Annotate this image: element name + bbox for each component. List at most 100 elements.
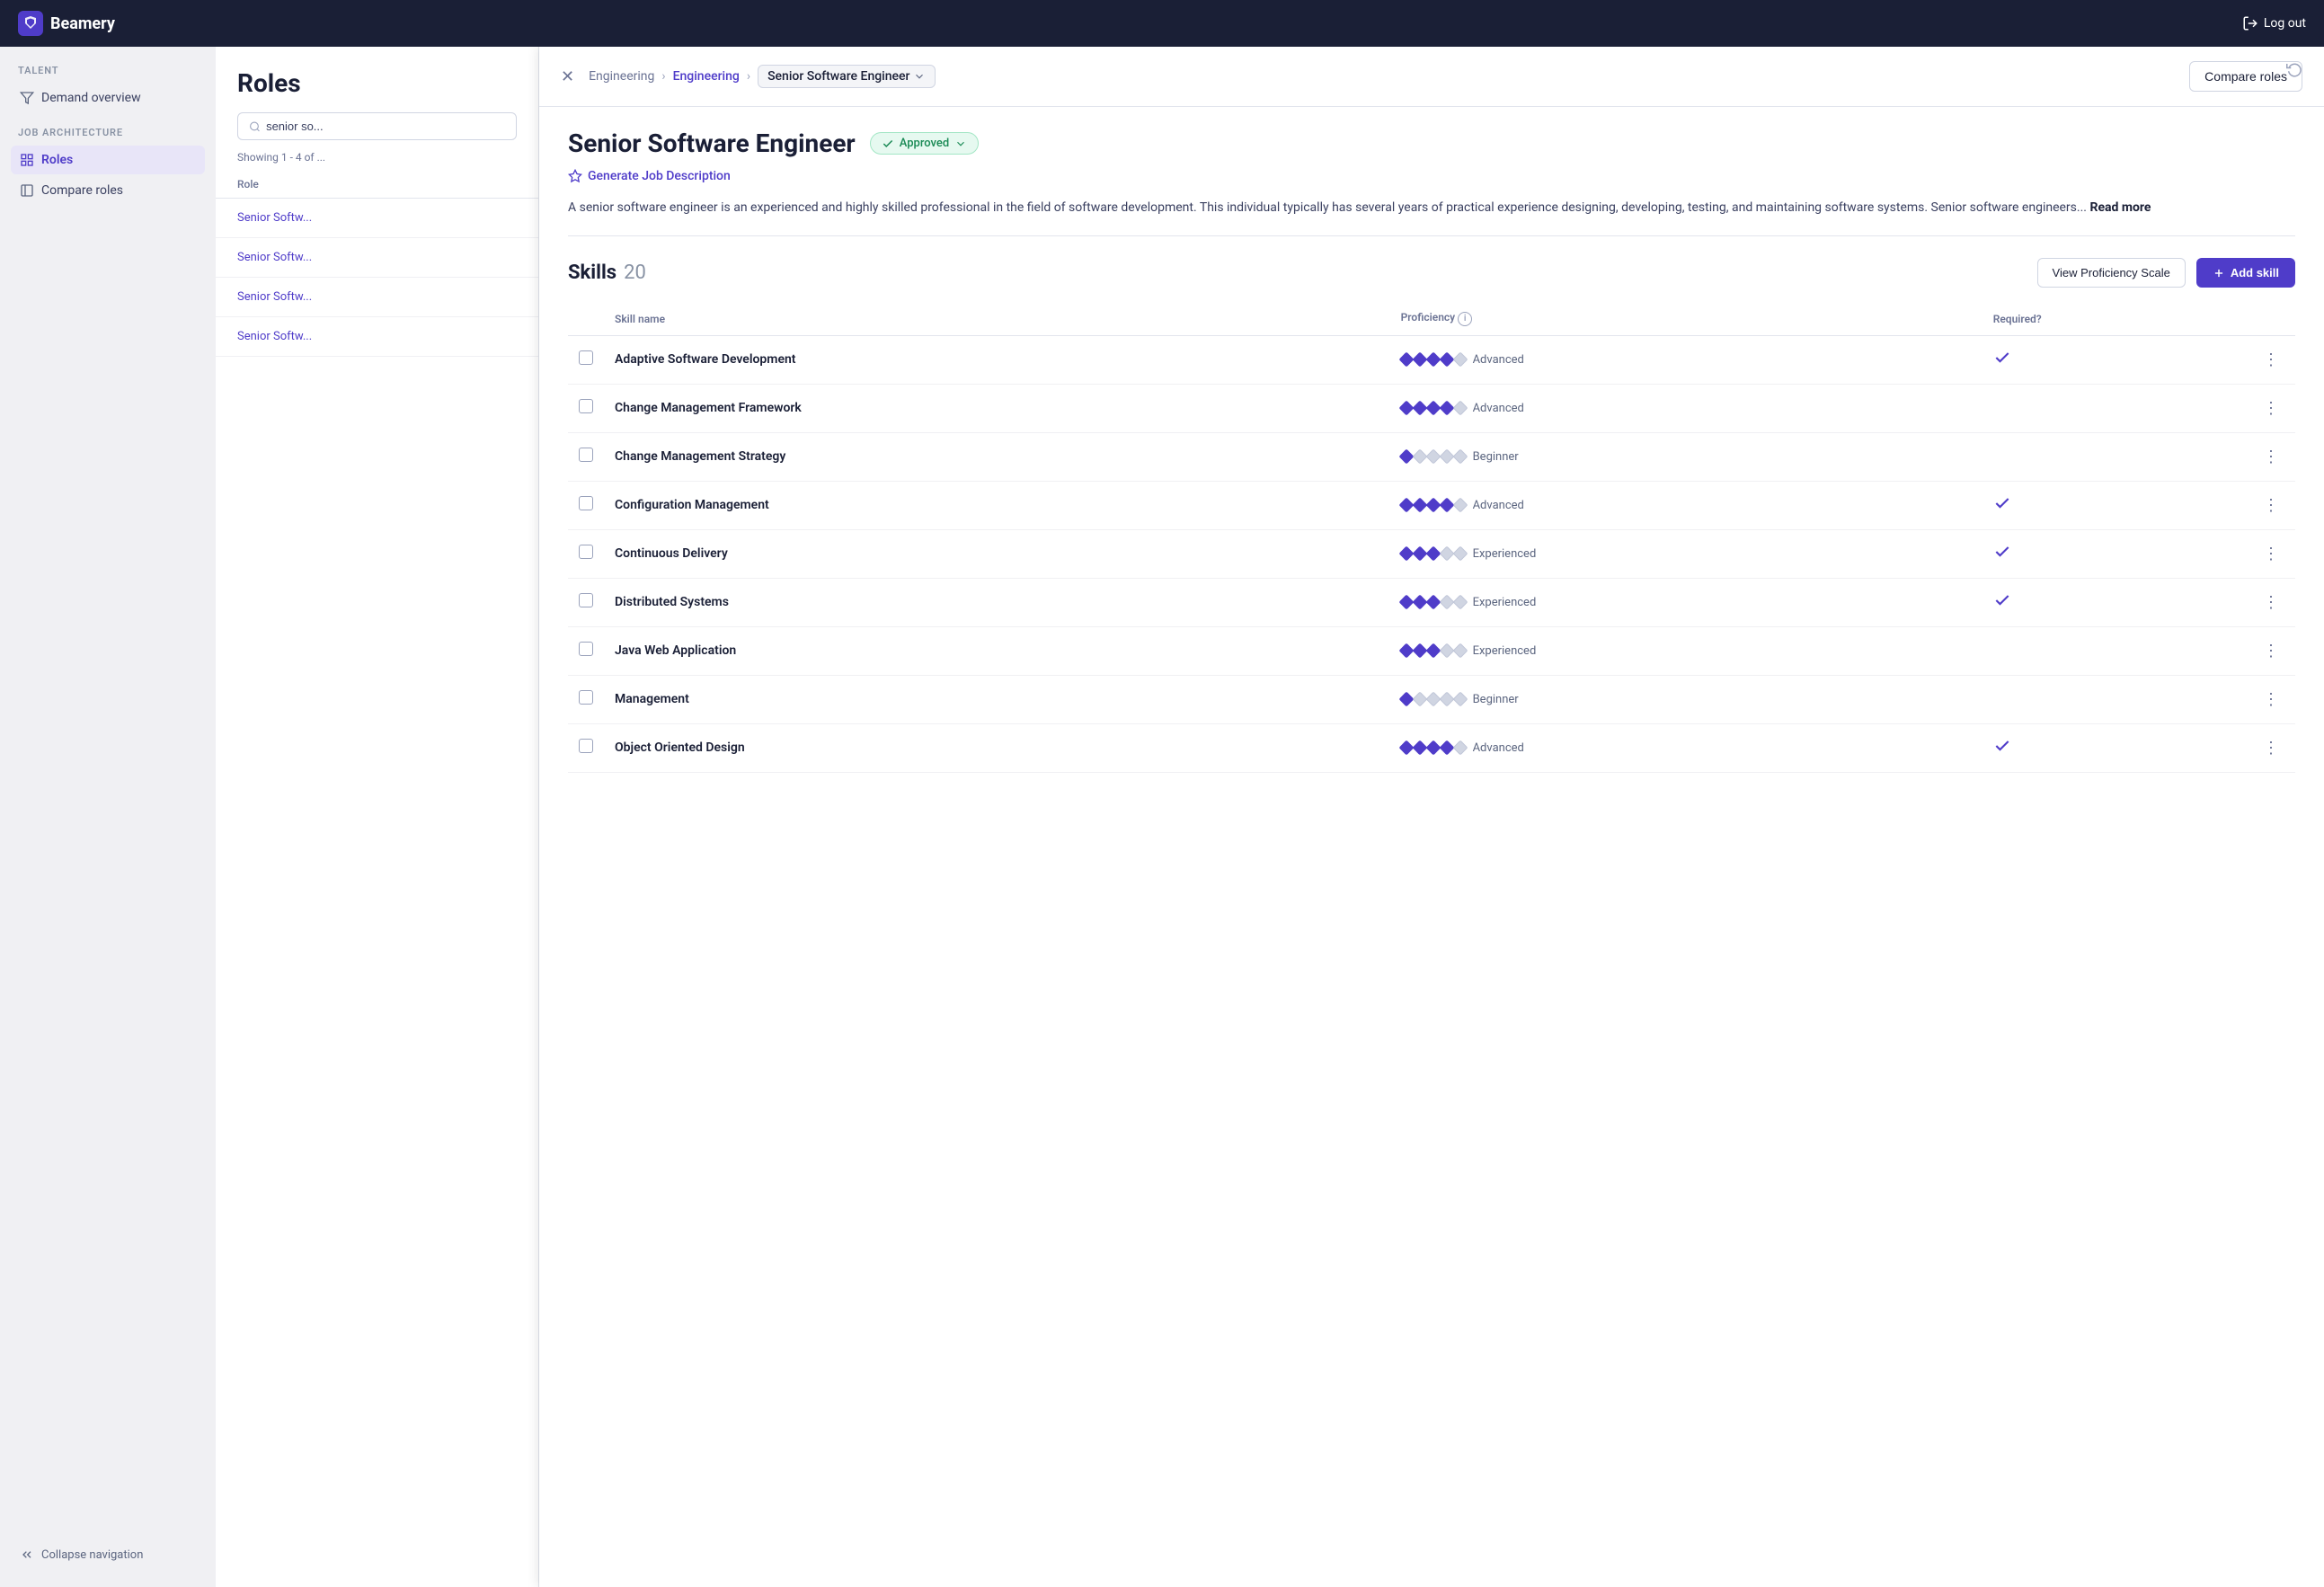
diamond-empty: [1452, 352, 1468, 368]
sidebar-item-roles[interactable]: Roles: [11, 146, 205, 174]
skill-checkbox[interactable]: [579, 399, 593, 413]
skill-checkbox[interactable]: [579, 496, 593, 510]
skill-name-cell: Change Management Framework: [604, 384, 1390, 432]
skill-name-cell: Change Management Strategy: [604, 432, 1390, 481]
more-cell: ⋮: [2247, 384, 2295, 432]
view-proficiency-scale-button[interactable]: View Proficiency Scale: [2037, 258, 2186, 288]
proficiency-info-icon[interactable]: i: [1458, 312, 1472, 326]
proficiency-cell: Beginner: [1390, 432, 1982, 481]
proficiency-diamonds: [1401, 354, 1466, 365]
more-cell: ⋮: [2247, 481, 2295, 529]
required-cell: [1982, 335, 2247, 384]
diamond-filled: [1412, 401, 1427, 416]
skill-more-button[interactable]: ⋮: [2257, 640, 2284, 662]
breadcrumb-current-label: Senior Software Engineer: [767, 69, 909, 84]
diamond-filled: [1412, 643, 1427, 659]
list-item[interactable]: Senior Softw...: [216, 317, 538, 357]
diamond-filled: [1398, 498, 1414, 513]
skill-checkbox[interactable]: [579, 739, 593, 753]
skill-more-button[interactable]: ⋮: [2257, 349, 2284, 371]
proficiency-diamonds: [1401, 548, 1466, 559]
breadcrumb-current[interactable]: Senior Software Engineer: [758, 65, 936, 88]
row-checkbox-cell: [568, 626, 604, 675]
skill-more-button[interactable]: ⋮: [2257, 737, 2284, 759]
skills-table: Skill name Proficiency i Required?: [568, 302, 2295, 773]
showing-text: Showing 1 - 4 of ...: [216, 151, 538, 171]
diamond-empty: [1452, 692, 1468, 707]
more-cell: ⋮: [2247, 626, 2295, 675]
required-checkmark: [1993, 740, 2011, 759]
proficiency-diamonds: [1401, 597, 1466, 607]
read-more-link[interactable]: Read more: [2089, 200, 2151, 215]
logout-button[interactable]: Log out: [2242, 15, 2306, 31]
skill-checkbox[interactable]: [579, 350, 593, 365]
skill-more-button[interactable]: ⋮: [2257, 591, 2284, 614]
collapse-navigation-button[interactable]: Collapse navigation: [11, 1540, 205, 1569]
search-box[interactable]: [237, 112, 517, 140]
close-button[interactable]: ✕: [561, 68, 574, 84]
list-item[interactable]: Senior Softw...: [216, 278, 538, 317]
breadcrumb-engineering-2[interactable]: Engineering: [673, 69, 740, 84]
diamond-filled: [1398, 692, 1414, 707]
diamond-filled: [1398, 352, 1414, 368]
sidebar-item-compare-roles[interactable]: Compare roles: [11, 176, 205, 205]
top-navigation: Beamery Log out: [0, 0, 2324, 47]
roles-label: Roles: [41, 153, 73, 167]
required-checkmark: [1993, 546, 2011, 565]
table-row: Distributed Systems Experienced ⋮: [568, 578, 2295, 626]
skill-name-cell: Adaptive Software Development: [604, 335, 1390, 384]
approved-badge[interactable]: Approved: [870, 132, 980, 155]
row-checkbox-cell: [568, 481, 604, 529]
skill-checkbox[interactable]: [579, 593, 593, 607]
table-row: ManagementBeginner⋮: [568, 675, 2295, 723]
search-input[interactable]: [266, 120, 505, 133]
proficiency-diamonds: [1401, 451, 1466, 462]
sidebar-item-demand-overview[interactable]: Demand overview: [11, 84, 205, 112]
proficiency-cell: Advanced: [1390, 481, 1982, 529]
add-skill-button[interactable]: Add skill: [2196, 258, 2295, 288]
skill-checkbox[interactable]: [579, 690, 593, 705]
skill-more-button[interactable]: ⋮: [2257, 494, 2284, 517]
skill-checkbox[interactable]: [579, 448, 593, 462]
skill-checkbox[interactable]: [579, 545, 593, 559]
generate-job-description-button[interactable]: Generate Job Description: [568, 169, 2295, 183]
row-checkbox-cell: [568, 529, 604, 578]
diamond-filled: [1425, 546, 1441, 562]
proficiency-label: Experienced: [1473, 644, 1537, 658]
select-all-header: [568, 302, 604, 335]
proficiency-label: Experienced: [1473, 596, 1537, 609]
diamond-empty: [1439, 449, 1454, 465]
required-cell: [1982, 675, 2247, 723]
job-architecture-section-label: JOB ARCHITECTURE: [11, 127, 205, 138]
proficiency-cell: Experienced: [1390, 626, 1982, 675]
role-title-row: Senior Software Engineer Approved: [568, 129, 2295, 158]
skills-actions: View Proficiency Scale Add skill: [2037, 258, 2295, 288]
proficiency-label: Advanced: [1473, 499, 1524, 512]
required-cell: [1982, 481, 2247, 529]
list-item[interactable]: Senior Softw...: [216, 199, 538, 238]
skill-more-button[interactable]: ⋮: [2257, 397, 2284, 420]
proficiency-cell: Experienced: [1390, 529, 1982, 578]
breadcrumb-engineering-1[interactable]: Engineering: [589, 69, 654, 84]
skill-more-button[interactable]: ⋮: [2257, 446, 2284, 468]
logout-icon: [2242, 15, 2258, 31]
skill-name: Java Web Application: [615, 643, 736, 658]
diamond-empty: [1439, 546, 1454, 562]
skill-name: Distributed Systems: [615, 595, 729, 609]
diamond-filled: [1425, 352, 1441, 368]
list-item[interactable]: Senior Softw...: [216, 238, 538, 278]
roles-icon: [20, 153, 34, 167]
required-cell: [1982, 384, 2247, 432]
skill-checkbox[interactable]: [579, 642, 593, 656]
proficiency-diamonds: [1401, 742, 1466, 753]
diamond-filled: [1439, 352, 1454, 368]
proficiency-label: Advanced: [1473, 402, 1524, 415]
required-checkmark: [1993, 595, 2011, 614]
more-cell: ⋮: [2247, 723, 2295, 772]
role-title: Senior Software Engineer: [568, 129, 856, 158]
diamond-filled: [1412, 740, 1427, 756]
skill-more-button[interactable]: ⋮: [2257, 543, 2284, 565]
content-area: Roles Showing 1 - 4 of ... Role Senior S…: [216, 47, 2324, 1587]
diamond-filled: [1398, 595, 1414, 610]
skill-more-button[interactable]: ⋮: [2257, 688, 2284, 711]
